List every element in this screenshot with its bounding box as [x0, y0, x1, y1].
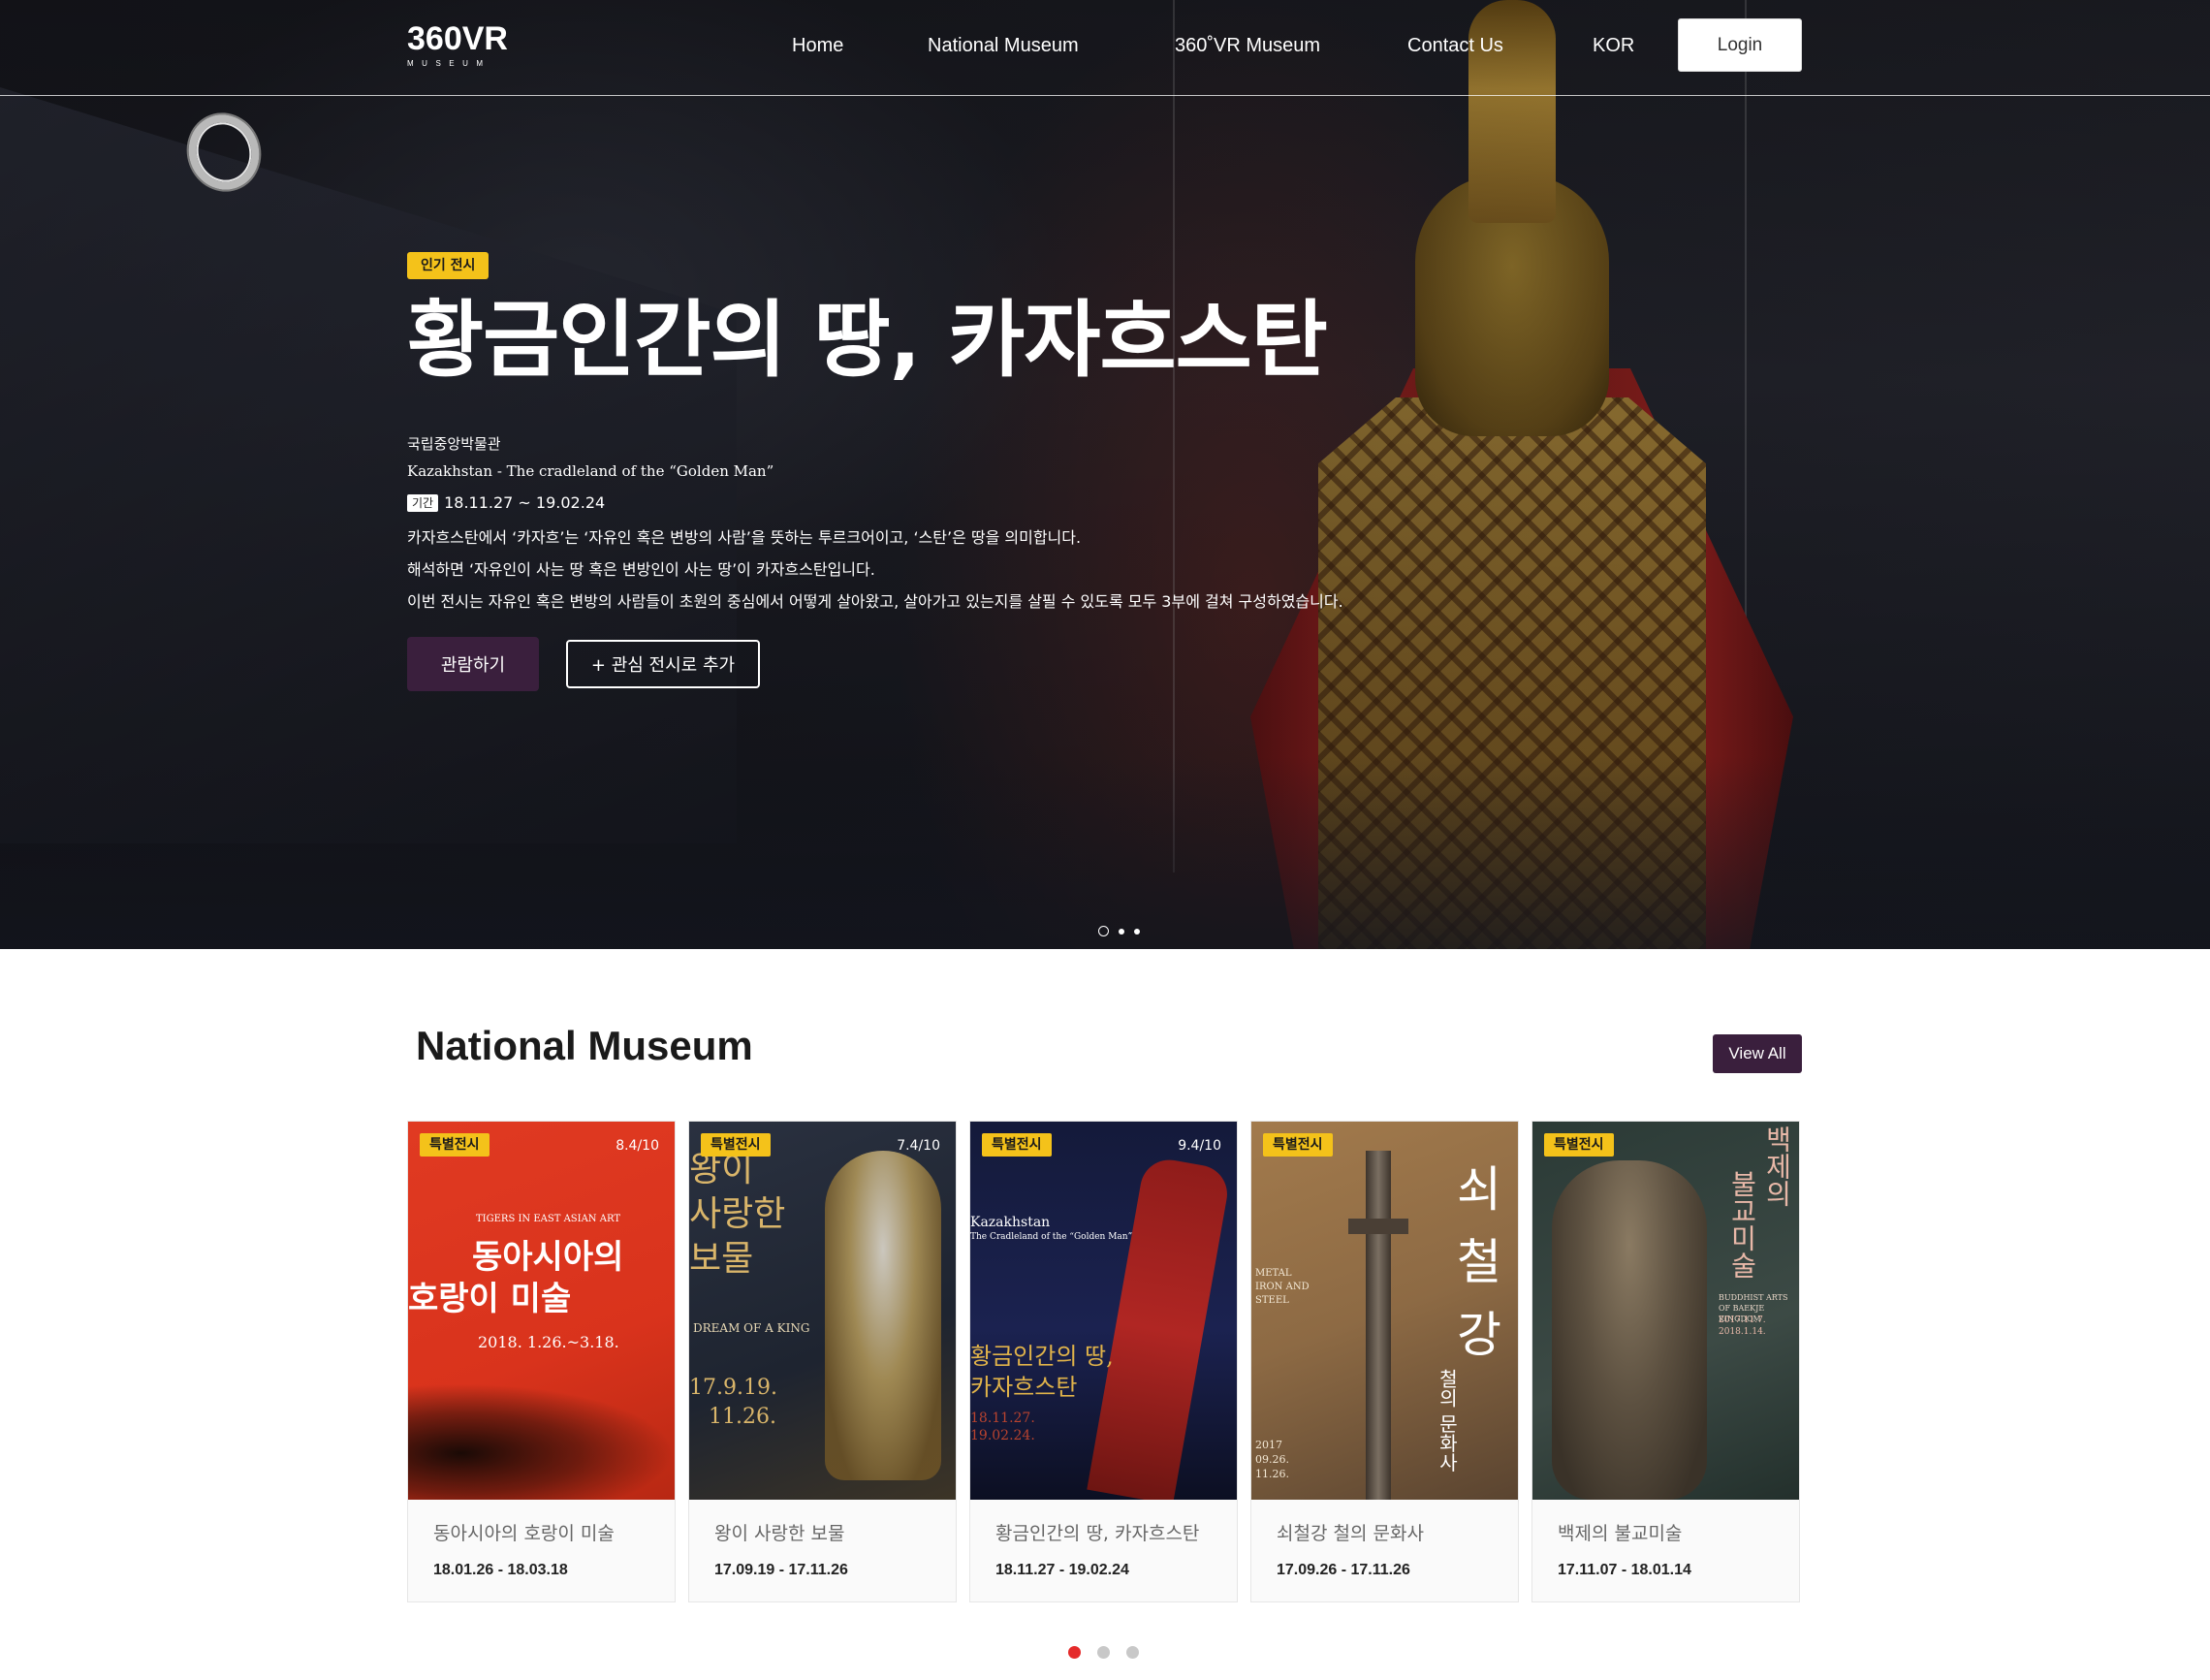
- carousel-dot[interactable]: [1126, 1646, 1139, 1659]
- description-line: 카자흐스탄에서 ‘카자흐’는 ‘자유인 혹은 변방의 사람’을 뜻하는 투르크어…: [407, 528, 1082, 547]
- poster-text: 19.02.24.: [970, 1428, 1035, 1443]
- card-date: 17.11.07 - 18.01.14: [1558, 1562, 1691, 1578]
- special-badge: 특별전시: [1263, 1133, 1333, 1157]
- poster-text: 17.9.19.: [689, 1376, 777, 1400]
- login-button[interactable]: Login: [1678, 18, 1802, 72]
- view-all-button[interactable]: View All: [1713, 1034, 1802, 1073]
- exhibition-poster: 특별전시 8.4/10 TIGERS IN EAST ASIAN ART 동아시…: [408, 1122, 675, 1500]
- hero-organization: 국립중앙박물관: [407, 435, 501, 453]
- poster-text: 쇠: [1457, 1161, 1501, 1218]
- hero-content: 인기 전시 황금인간의 땅, 카자흐스탄 국립중앙박물관 Kazakhstan …: [407, 252, 1343, 691]
- poster-text: 백제의: [1761, 1125, 1793, 1207]
- card-title: 쇠철강 철의 문화사: [1277, 1523, 1424, 1544]
- card-date: 18.01.26 - 18.03.18: [433, 1562, 568, 1578]
- site-logo[interactable]: 360VR MUSEUM: [407, 21, 508, 70]
- card-date: 18.11.27 - 19.02.24: [995, 1562, 1129, 1578]
- poster-text: Kazakhstan: [970, 1215, 1051, 1230]
- period-tag: 기간: [407, 494, 439, 512]
- carousel-dot[interactable]: [1068, 1646, 1081, 1659]
- exhibition-card[interactable]: 특별전시 7.4/10 왕이 사랑한 보물 DREAM OF A KING 17…: [688, 1121, 957, 1602]
- special-badge: 특별전시: [420, 1133, 489, 1157]
- add-favorite-button[interactable]: + 관심 전시로 추가: [566, 640, 760, 688]
- rating-score: 8.4/10: [616, 1138, 659, 1154]
- logo-sub: MUSEUM: [407, 59, 491, 68]
- hero-banner: 인기 전시 황금인간의 땅, 카자흐스탄 국립중앙박물관 Kazakhstan …: [0, 0, 2210, 949]
- exhibition-poster: 특별전시 백제의 불교미술 BUDDHIST ARTS OF BAEKJE KI…: [1532, 1122, 1799, 1500]
- nav-contact-us[interactable]: Contact Us: [1407, 31, 1503, 60]
- exhibition-poster: 특별전시 9.4/10 Kazakhstan The Cradleland of…: [970, 1122, 1237, 1500]
- period-value: 18.11.27 ~ 19.02.24: [444, 493, 606, 512]
- nav-360vr-museum[interactable]: 360˚VR Museum: [1175, 31, 1320, 60]
- tiger-illustration: [408, 1383, 675, 1500]
- hero-title: 황금인간의 땅, 카자흐스탄: [407, 292, 1328, 389]
- poster-text: 호랑이 미술: [408, 1280, 572, 1318]
- rating-score: 7.4/10: [897, 1138, 940, 1154]
- poster-text: The Cradleland of the “Golden Man”: [970, 1232, 1133, 1242]
- exhibition-poster: 특별전시 7.4/10 왕이 사랑한 보물 DREAM OF A KING 17…: [689, 1122, 956, 1500]
- poster-text: 불교미술: [1726, 1170, 1758, 1279]
- hero-actions: 관람하기 + 관심 전시로 추가: [407, 637, 1343, 691]
- description-line: 해석하면 ‘자유인이 사는 땅 혹은 변방인이 사는 땅’이 카자흐스탄입니다.: [407, 560, 875, 579]
- golden-artifact-illustration: [825, 1151, 941, 1480]
- poster-text: 황금인간의 땅,: [970, 1343, 1114, 1370]
- view-exhibition-button[interactable]: 관람하기: [407, 637, 539, 691]
- poster-text: 보물: [689, 1239, 754, 1279]
- poster-text: 사랑한: [689, 1194, 786, 1234]
- exhibition-carousel: 특별전시 8.4/10 TIGERS IN EAST ASIAN ART 동아시…: [407, 1121, 1800, 1602]
- exhibition-card[interactable]: 특별전시 8.4/10 TIGERS IN EAST ASIAN ART 동아시…: [407, 1121, 676, 1602]
- poster-text: 2018.1.14.: [1719, 1327, 1766, 1337]
- hero-dot[interactable]: [1098, 926, 1109, 936]
- exhibition-card[interactable]: 특별전시 쇠 철 강 철의 문화사 METAL IRON AND STEEL 2…: [1250, 1121, 1519, 1602]
- buddha-statue-illustration: [1552, 1160, 1707, 1500]
- red-banner-illustration: [1087, 1155, 1232, 1500]
- poster-text: 철의 문화사: [1436, 1369, 1459, 1473]
- poster-text: 철: [1457, 1234, 1501, 1290]
- hero-description: 카자흐스탄에서 ‘카자흐’는 ‘자유인 혹은 변방의 사람’을 뜻하는 투르크어…: [407, 522, 1343, 618]
- special-badge: 특별전시: [1544, 1133, 1614, 1157]
- card-date: 17.09.19 - 17.11.26: [714, 1562, 848, 1578]
- nav-home[interactable]: Home: [792, 31, 843, 60]
- card-title: 왕이 사랑한 보물: [714, 1523, 845, 1544]
- card-title: 동아시아의 호랑이 미술: [433, 1523, 615, 1544]
- special-badge: 특별전시: [982, 1133, 1052, 1157]
- poster-text: 강: [1457, 1307, 1501, 1363]
- hero-dot[interactable]: [1134, 928, 1140, 935]
- description-line: 이번 전시는 자유인 혹은 변방의 사람들이 초원의 중심에서 어떻게 살아왔고…: [407, 592, 1343, 611]
- poster-text: 2018. 1.26.~3.18.: [478, 1333, 619, 1351]
- poster-text: TIGERS IN EAST ASIAN ART: [476, 1214, 620, 1224]
- section-title: National Museum: [416, 1023, 753, 1068]
- nav-national-museum[interactable]: National Museum: [928, 31, 1079, 60]
- site-header: 360VR MUSEUM Home National Museum 360˚VR…: [0, 0, 2210, 96]
- hero-dot[interactable]: [1119, 928, 1124, 935]
- popular-badge: 인기 전시: [407, 252, 489, 279]
- poster-text: 2017 09.26. 11.26.: [1255, 1439, 1289, 1480]
- sword-guard: [1348, 1219, 1408, 1234]
- poster-text: 18.11.27.: [970, 1411, 1035, 1426]
- carousel-pagination: [1068, 1646, 1139, 1659]
- poster-text: 동아시아의: [472, 1238, 624, 1277]
- rating-score: 9.4/10: [1178, 1138, 1221, 1154]
- hero-period: 기간 18.11.27 ~ 19.02.24: [407, 491, 1343, 516]
- carousel-dot[interactable]: [1097, 1646, 1110, 1659]
- exhibition-poster: 특별전시 쇠 철 강 철의 문화사 METAL IRON AND STEEL 2…: [1251, 1122, 1518, 1500]
- card-title: 황금인간의 땅, 카자흐스탄: [995, 1523, 1200, 1544]
- logo-main: 360VR: [407, 20, 508, 57]
- exhibition-card[interactable]: 특별전시 9.4/10 Kazakhstan The Cradleland of…: [969, 1121, 1238, 1602]
- poster-text: 카자흐스탄: [970, 1374, 1078, 1401]
- poster-text: DREAM OF A KING: [693, 1321, 810, 1335]
- hero-overlay-bottom: [0, 756, 2210, 949]
- nav-language[interactable]: KOR: [1593, 31, 1634, 60]
- sword-illustration: [1366, 1151, 1391, 1500]
- hero-pagination: [1098, 926, 1140, 936]
- card-title: 백제의 불교미술: [1558, 1523, 1683, 1544]
- card-date: 17.09.26 - 17.11.26: [1277, 1562, 1410, 1578]
- poster-text: 11.26.: [709, 1405, 776, 1429]
- hero-subtitle-en: Kazakhstan - The cradleland of the “Gold…: [407, 462, 774, 480]
- exhibition-card[interactable]: 특별전시 백제의 불교미술 BUDDHIST ARTS OF BAEKJE KI…: [1531, 1121, 1800, 1602]
- special-badge: 특별전시: [701, 1133, 771, 1157]
- poster-text: 2017.11.7.: [1719, 1315, 1766, 1325]
- poster-text: METAL IRON AND STEEL: [1255, 1268, 1310, 1306]
